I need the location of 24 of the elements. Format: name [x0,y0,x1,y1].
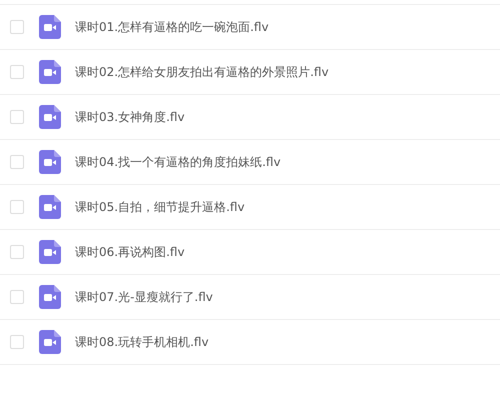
video-file-icon [39,285,61,309]
checkbox[interactable] [10,110,24,124]
video-file-icon [39,105,61,129]
checkbox[interactable] [10,290,24,304]
file-name[interactable]: 课时06.再说构图.flv [75,243,185,261]
video-file-icon [39,330,61,354]
checkbox[interactable] [10,245,24,259]
file-name[interactable]: 课时08.玩转手机相机.flv [75,333,209,351]
checkbox[interactable] [10,20,24,34]
video-file-icon [39,15,61,39]
file-name[interactable]: 课时02.怎样给女朋友拍出有逼格的外景照片.flv [75,63,329,81]
file-name[interactable]: 课时04.找一个有逼格的角度拍妹纸.flv [75,153,281,171]
checkbox[interactable] [10,335,24,349]
file-name[interactable]: 课时05.自拍，细节提升逼格.flv [75,198,245,216]
file-name[interactable]: 课时07.光-显瘦就行了.flv [75,288,213,306]
video-file-icon [39,150,61,174]
video-file-icon [39,195,61,219]
file-name[interactable]: 课时03.女神角度.flv [75,108,185,126]
video-file-icon [39,60,61,84]
video-file-icon [39,240,61,264]
checkbox[interactable] [10,200,24,214]
checkbox[interactable] [10,155,24,169]
checkbox[interactable] [10,65,24,79]
file-name[interactable]: 课时01.怎样有逼格的吃一碗泡面.flv [75,18,269,36]
